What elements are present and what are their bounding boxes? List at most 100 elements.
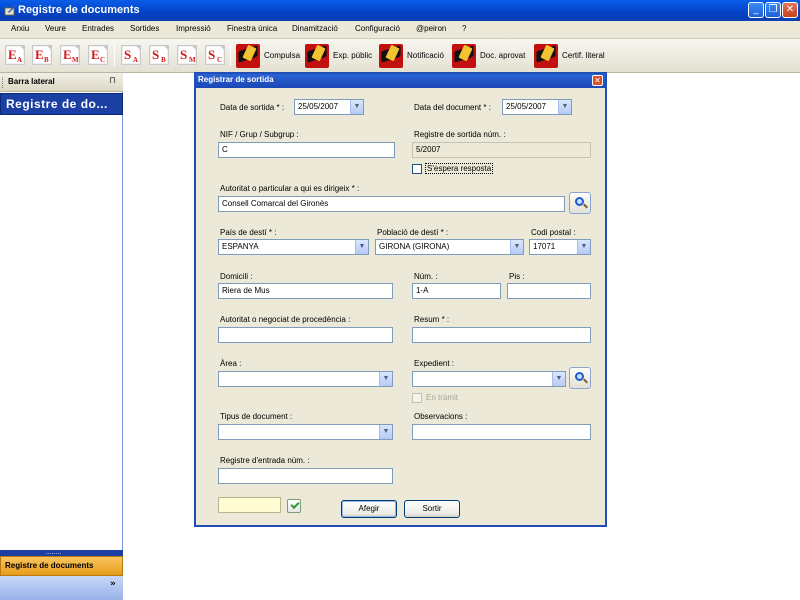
nif-field[interactable]: C <box>218 142 395 158</box>
espera-resposta-label[interactable]: S'espera resposta <box>425 163 494 174</box>
en-tramit-label: En tràmit <box>426 393 459 402</box>
menu-bar: Arxiu Veure Entrades Sortides Impressió … <box>0 21 800 39</box>
stamp-icon <box>379 44 403 68</box>
area-label: Àrea : <box>220 359 242 368</box>
sidebar-section-title: Registre de do... <box>6 97 108 111</box>
procedencia-label: Autoritat o negociat de procedència : <box>220 315 351 324</box>
sortir-button[interactable]: Sortir <box>404 500 460 518</box>
registre-sortida-label: Registre de sortida núm. : <box>414 130 506 139</box>
sidebar-section-registre[interactable]: Registre de do... <box>0 93 123 115</box>
pais-label: País de destí * : <box>220 228 277 237</box>
espera-resposta-checkbox[interactable] <box>412 164 422 174</box>
tipus-document-select[interactable]: ▼ <box>218 424 393 440</box>
resum-label: Resum * : <box>414 315 450 324</box>
codi-postal-select[interactable]: 17071 ▼ <box>529 239 591 255</box>
certif-literal-button[interactable]: Certif. literal <box>534 44 616 68</box>
notificacio-button[interactable]: Notificació <box>379 44 451 68</box>
exp-public-label: Exp. públic <box>333 51 373 60</box>
chevron-down-icon[interactable]: ▼ <box>379 425 392 439</box>
data-sortida-label: Data de sortida * : <box>220 103 285 112</box>
domicili-field[interactable]: Riera de Mus <box>218 283 393 299</box>
menu-help[interactable]: ? <box>462 24 466 33</box>
dialog-title: Registrar de sortida <box>198 75 274 84</box>
sortida-b-button[interactable]: SB <box>149 45 169 65</box>
letter: E <box>35 47 44 62</box>
exp-public-button[interactable]: Exp. públic <box>305 44 377 68</box>
letter: S <box>124 47 132 62</box>
restore-button[interactable]: ❐ <box>765 2 781 18</box>
data-document-value: 25/05/2007 <box>506 102 547 111</box>
entrada-a-button[interactable]: EA <box>5 45 25 65</box>
afegir-button[interactable]: Afegir <box>341 500 397 518</box>
chevron-down-icon[interactable]: ▼ <box>379 372 392 386</box>
observacions-label: Observacions : <box>414 412 468 421</box>
menu-dinamitzacio[interactable]: Dinamització <box>292 24 338 33</box>
doc-aprovat-button[interactable]: Doc. aprovat <box>452 44 532 68</box>
pais-select[interactable]: ESPANYA ▼ <box>218 239 369 255</box>
stamp-icon <box>534 44 558 68</box>
sidebar-footer: » <box>0 576 123 600</box>
codi-postal-value: 17071 <box>533 242 556 251</box>
chevron-more-icon[interactable]: » <box>110 579 116 589</box>
expedient-select[interactable]: ▼ <box>412 371 566 387</box>
menu-arxiu[interactable]: Arxiu <box>11 24 29 33</box>
dialog-titlebar: Registrar de sortida ✕ <box>196 74 605 88</box>
poblacio-select[interactable]: GIRONA (GIRONA) ▼ <box>375 239 524 255</box>
chevron-down-icon[interactable]: ▼ <box>510 240 523 254</box>
pin-icon[interactable]: ⊓ <box>109 76 116 86</box>
entrada-c-button[interactable]: EC <box>88 45 108 65</box>
data-document-label: Data del document * : <box>414 103 491 112</box>
domicili-label: Domicili : <box>220 272 253 281</box>
sidebar-item-registre-documents[interactable]: Registre de documents <box>0 556 123 576</box>
autoritat-search-button[interactable] <box>569 192 591 214</box>
menu-sortides[interactable]: Sortides <box>130 24 159 33</box>
en-tramit-checkbox[interactable] <box>412 393 422 403</box>
chevron-down-icon[interactable]: ▼ <box>552 372 565 386</box>
certif-literal-label: Certif. literal <box>562 51 605 60</box>
resum-field[interactable] <box>412 327 591 343</box>
autoritat-field[interactable]: Consell Comarcal del Gironès <box>218 196 565 212</box>
procedencia-field[interactable] <box>218 327 393 343</box>
chevron-down-icon[interactable]: ▼ <box>355 240 368 254</box>
grip-handle[interactable] <box>2 77 5 88</box>
toolbar-separator <box>230 44 231 66</box>
menu-finestra-unica[interactable]: Finestra única <box>227 24 277 33</box>
entrada-m-button[interactable]: EM <box>60 45 80 65</box>
num-label: Núm. : <box>414 272 438 281</box>
num-field[interactable]: 1-A <box>412 283 501 299</box>
close-window-button[interactable]: ✕ <box>782 2 798 18</box>
sortida-m-button[interactable]: SM <box>177 45 197 65</box>
check-icon[interactable] <box>287 499 301 513</box>
menu-entrades[interactable]: Entrades <box>82 24 114 33</box>
chevron-down-icon[interactable]: ▼ <box>558 100 571 114</box>
window-titlebar: Registre de documents _ ❐ ✕ <box>0 0 800 21</box>
data-sortida-picker[interactable]: 25/05/2007 ▼ <box>294 99 364 115</box>
menu-configuracio[interactable]: Configuració <box>355 24 400 33</box>
autoritat-label: Autoritat o particular a qui es dirigeix… <box>220 184 360 193</box>
pis-field[interactable] <box>507 283 591 299</box>
minimize-button[interactable]: _ <box>748 2 764 18</box>
poblacio-value: GIRONA (GIRONA) <box>379 242 450 251</box>
letter-sub: M <box>189 56 196 64</box>
entrada-b-button[interactable]: EB <box>32 45 52 65</box>
expedient-label: Expedient : <box>414 359 455 368</box>
sortida-c-button[interactable]: SC <box>205 45 225 65</box>
chevron-down-icon[interactable]: ▼ <box>350 100 363 114</box>
expedient-search-button[interactable] <box>569 367 591 389</box>
observacions-field[interactable] <box>412 424 591 440</box>
registre-sortida-field: 5/2007 <box>412 142 591 158</box>
registre-entrada-field[interactable] <box>218 468 393 484</box>
codi-postal-label: Codi postal : <box>531 228 576 237</box>
menu-impressio[interactable]: Impressió <box>176 24 211 33</box>
menu-veure[interactable]: Veure <box>45 24 66 33</box>
letter: E <box>8 47 17 62</box>
chevron-down-icon[interactable]: ▼ <box>577 240 590 254</box>
data-document-picker[interactable]: 25/05/2007 ▼ <box>502 99 572 115</box>
area-select[interactable]: ▼ <box>218 371 393 387</box>
letter-sub: M <box>72 56 79 64</box>
dialog-close-button[interactable]: ✕ <box>592 75 603 86</box>
sortida-a-button[interactable]: SA <box>121 45 141 65</box>
menu-peiron[interactable]: @peiron <box>416 24 446 33</box>
compulsa-button[interactable]: Compulsa <box>236 44 306 68</box>
letter-sub: B <box>44 56 49 64</box>
